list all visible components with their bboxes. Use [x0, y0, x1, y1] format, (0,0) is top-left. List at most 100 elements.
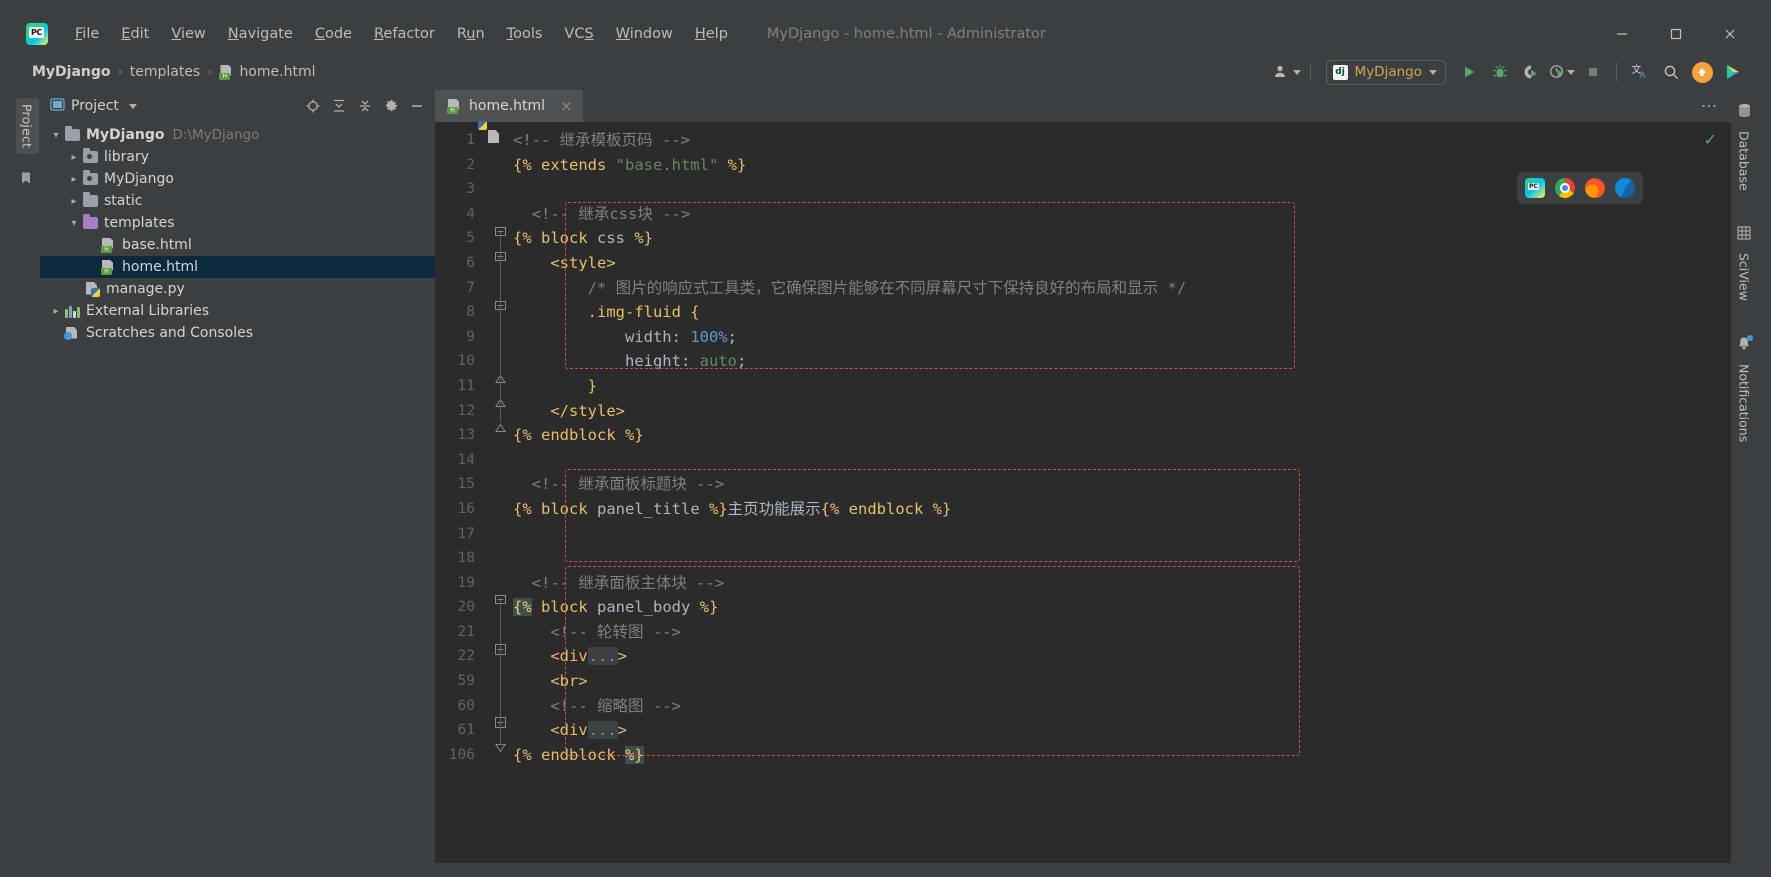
chevron-down-icon[interactable]: ▾ [66, 218, 82, 229]
code-line[interactable]: <!-- 轮转图 --> [513, 620, 1691, 645]
close-icon[interactable]: × [560, 97, 573, 115]
menu-item-edit[interactable]: Edit [110, 22, 160, 46]
chevron-down-icon[interactable]: ▾ [48, 130, 64, 141]
plugin-play-icon[interactable] [1719, 59, 1747, 85]
code-token: height [513, 352, 681, 371]
chevron-down-icon[interactable] [128, 103, 137, 109]
chevron-right-icon[interactable]: ▸ [66, 174, 82, 185]
chevron-right-icon[interactable]: ▸ [66, 152, 82, 163]
inspection-status-icon[interactable]: ✓ [1704, 130, 1717, 149]
run-icon[interactable] [1455, 59, 1483, 85]
stop-icon[interactable] [1579, 59, 1607, 85]
chevron-right-icon[interactable]: ▸ [66, 196, 82, 207]
sidebar-item-notifications[interactable]: Notifications [1733, 333, 1756, 452]
line-number: 60 [457, 697, 475, 714]
search-icon[interactable] [1657, 59, 1685, 85]
minimize-icon[interactable] [1595, 14, 1649, 54]
code-line[interactable]: {% endblock %} [513, 743, 1691, 768]
code-line[interactable] [513, 546, 1691, 571]
debug-icon[interactable] [1486, 59, 1514, 85]
menu-item-vcs[interactable]: VCS [553, 22, 604, 46]
code-line[interactable]: <div...> [513, 718, 1691, 743]
translate-icon[interactable]: 文 A [1626, 59, 1654, 85]
project-tree[interactable]: ▾ MyDjango D:\MyDjango ▸ library ▸ MyDja… [40, 122, 435, 863]
run-with-coverage-icon[interactable] [1517, 59, 1545, 85]
code-token: <div [513, 647, 588, 666]
tree-node-home-html[interactable]: H home.html [40, 256, 435, 278]
tree-node-external-libraries[interactable]: ▸ External Libraries [40, 300, 435, 322]
tree-node-manage-py[interactable]: manage.py [40, 278, 435, 300]
menu-item-file[interactable]: FFileile [64, 22, 110, 46]
tree-node-mydjango-root[interactable]: ▾ MyDjango D:\MyDjango [40, 124, 435, 146]
close-icon[interactable] [1703, 14, 1757, 54]
code-line[interactable]: <!-- 缩略图 --> [513, 694, 1691, 719]
breadcrumb-item-project[interactable]: MyDjango [28, 62, 115, 82]
code-line[interactable]: .img-fluid { [513, 300, 1691, 325]
chrome-browser-icon[interactable] [1555, 178, 1575, 198]
code-line[interactable]: {% block panel_body %} [513, 595, 1691, 620]
menu-item-refactor[interactable]: Refactor [363, 22, 446, 46]
code-line[interactable]: </style> [513, 399, 1691, 424]
run-configuration-selector[interactable]: dj MyDjango [1325, 59, 1446, 85]
code-lines[interactable]: <!-- 继承模板页码 --> {% extends "base.html" %}… [513, 128, 1691, 767]
sidebar-item-sciview[interactable]: SciView [1733, 223, 1756, 311]
maximize-icon[interactable] [1649, 14, 1703, 54]
hide-panel-icon[interactable] [405, 94, 429, 118]
code-line[interactable] [513, 522, 1691, 547]
code-line[interactable]: <!-- 继承面板标题块 --> [513, 472, 1691, 497]
collapse-all-icon[interactable] [353, 94, 377, 118]
tree-node-library[interactable]: ▸ library [40, 146, 435, 168]
bookmarks-icon[interactable] [19, 170, 35, 186]
profile-icon[interactable] [1548, 59, 1576, 85]
line-number: 4 [466, 205, 475, 222]
firefox-browser-icon[interactable] [1585, 178, 1605, 198]
code-line[interactable]: } [513, 374, 1691, 399]
sidebar-item-project[interactable]: Project [15, 98, 39, 155]
settings-gear-icon[interactable] [379, 94, 403, 118]
chevron-right-icon[interactable]: ▸ [48, 306, 64, 317]
editor-tab-home-html[interactable]: H home.html × [435, 90, 583, 122]
tree-node-mydjango-package[interactable]: ▸ MyDjango [40, 168, 435, 190]
expand-all-icon[interactable] [327, 94, 351, 118]
tree-node-static[interactable]: ▸ static [40, 190, 435, 212]
pycharm-browser-icon[interactable]: PC [1525, 178, 1545, 198]
breadcrumb-item-templates[interactable]: templates [126, 62, 205, 82]
tree-node-scratches-and-consoles[interactable]: Scratches and Consoles [40, 322, 435, 344]
menu-item-run[interactable]: Run [446, 22, 496, 46]
code-token: ... [587, 647, 618, 666]
code-token: %} [690, 598, 719, 617]
code-line[interactable]: <style> [513, 251, 1691, 276]
code-line[interactable]: width: 100%; [513, 325, 1691, 350]
menu-item-help[interactable]: Help [684, 22, 739, 46]
tree-node-base-html[interactable]: H base.html [40, 234, 435, 256]
breadcrumb-item-file[interactable]: H home.html [215, 62, 319, 82]
code-line[interactable]: <!-- 继承css块 --> [513, 202, 1691, 227]
menu-item-window[interactable]: Window [605, 22, 684, 46]
code-editor[interactable]: 1 2 3 4 5 6 7 8 9 10 11 12 13 14 15 16 17 18 19 20 21 22 59 60 6… [435, 121, 1731, 863]
user-account-icon[interactable] [1273, 59, 1301, 85]
sidebar-item-database[interactable]: Database [1733, 100, 1756, 201]
menu-item-view[interactable]: View [160, 22, 216, 46]
code-line[interactable]: <!-- 继承模板页码 --> [513, 128, 1691, 153]
code-line[interactable]: {% block css %} [513, 226, 1691, 251]
code-line[interactable]: height: auto; [513, 349, 1691, 374]
code-line[interactable]: <!-- 继承面板主体块 --> [513, 571, 1691, 596]
code-content[interactable]: <!-- 继承模板页码 --> {% extends "base.html" %}… [513, 122, 1691, 863]
update-arrow-icon[interactable] [1688, 59, 1716, 85]
menu-item-code[interactable]: Code [304, 22, 363, 46]
code-line[interactable]: {% extends "base.html" %} [513, 153, 1691, 178]
open-in-browser-popup[interactable]: PC [1517, 172, 1643, 204]
edge-browser-icon[interactable] [1615, 178, 1635, 198]
tree-node-templates[interactable]: ▾ templates [40, 212, 435, 234]
code-line[interactable] [513, 448, 1691, 473]
code-line[interactable]: <div...> [513, 644, 1691, 669]
select-opened-file-icon[interactable] [301, 94, 325, 118]
code-line[interactable]: /* 图片的响应式工具类，它确保图片能够在不同屏幕尺寸下保持良好的布局和显示 *… [513, 276, 1691, 301]
code-line[interactable] [513, 177, 1691, 202]
code-line[interactable]: {% endblock %} [513, 423, 1691, 448]
menu-item-navigate[interactable]: Navigate [217, 22, 304, 46]
code-line[interactable]: {% block panel_title %}主页功能展示{% endblock… [513, 497, 1691, 522]
more-options-icon[interactable]: ⋮ [1695, 98, 1723, 114]
code-line[interactable]: <br> [513, 669, 1691, 694]
menu-item-tools[interactable]: Tools [496, 22, 554, 46]
